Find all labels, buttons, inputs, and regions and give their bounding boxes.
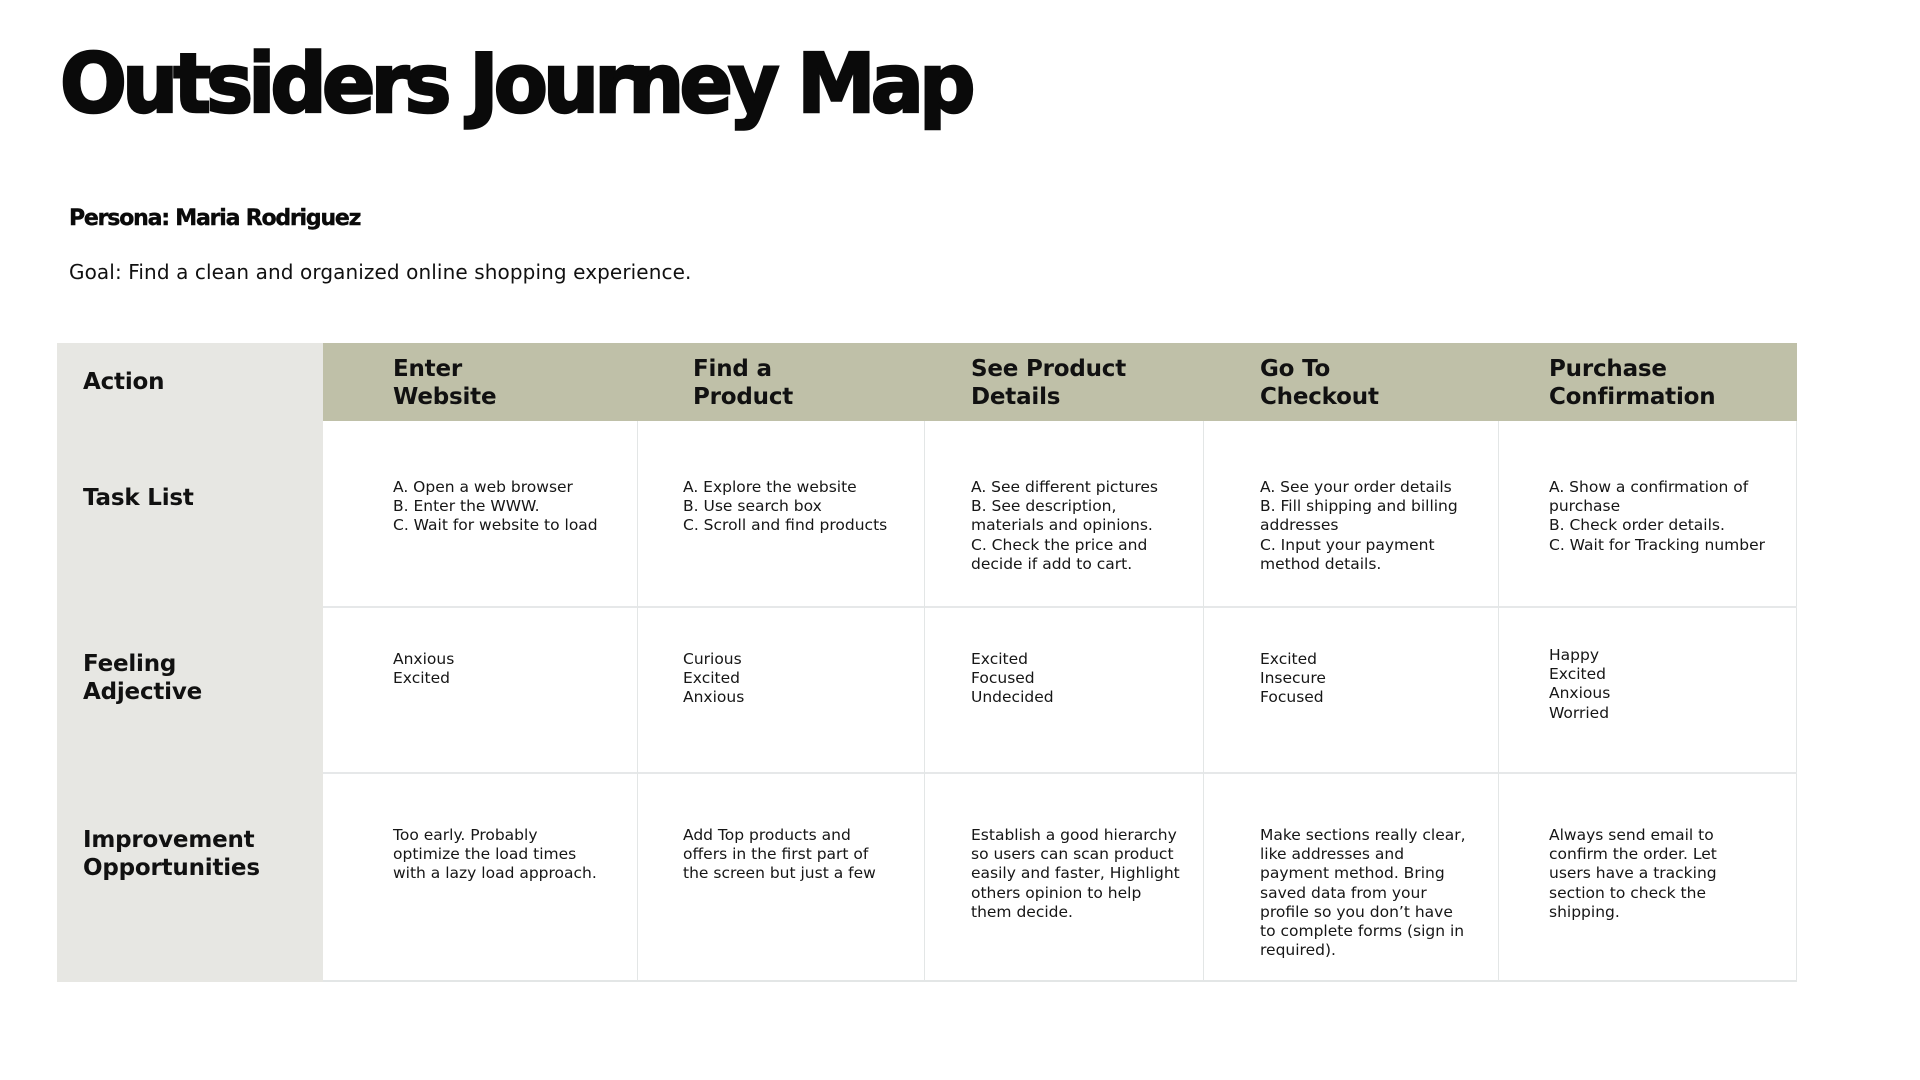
- column-divider: [1498, 421, 1499, 982]
- improvement-cell: Always send email to confirm the order. …: [1549, 826, 1717, 921]
- row-label-feeling: Feeling Adjective: [83, 651, 203, 705]
- column-divider: [637, 421, 638, 982]
- task-list-cell: A. See your order details B. Fill shippi…: [1260, 478, 1458, 573]
- task-list-cell: A. Open a web browser B. Enter the WWW. …: [393, 478, 598, 535]
- stage-header-enter-website: Enter Website: [393, 356, 497, 410]
- improvement-cell: Too early. Probably optimize the load ti…: [393, 826, 597, 883]
- row-divider: [323, 606, 1797, 608]
- feeling-cell: Excited Insecure Focused: [1260, 650, 1326, 707]
- row-label-improvement: Improvement Opportunities: [83, 827, 260, 881]
- feeling-cell: Excited Focused Undecided: [971, 650, 1054, 707]
- row-divider: [323, 772, 1797, 774]
- improvement-cell: Establish a good hierarchy so users can …: [971, 826, 1180, 921]
- stage-header-find-product: Find a Product: [693, 356, 794, 410]
- journey-map-table: Action Task List Feeling Adjective Impro…: [57, 343, 1797, 982]
- improvement-cell: Make sections really clear, like address…: [1260, 826, 1466, 960]
- persona-label: Persona: Maria Rodriguez: [69, 206, 362, 231]
- feeling-cell: Anxious Excited: [393, 650, 455, 688]
- column-divider: [1203, 421, 1204, 982]
- feeling-cell: Happy Excited Anxious Worried: [1549, 646, 1611, 722]
- stage-header-go-to-checkout: Go To Checkout: [1260, 356, 1379, 410]
- stage-header-see-product-details: See Product Details: [971, 356, 1127, 410]
- column-divider: [924, 421, 925, 982]
- task-list-cell: A. Explore the website B. Use search box…: [683, 478, 888, 535]
- goal-statement: Goal: Find a clean and organized online …: [69, 260, 692, 284]
- feeling-cell: Curious Excited Anxious: [683, 650, 745, 707]
- improvement-cell: Add Top products and offers in the first…: [683, 826, 876, 883]
- row-label-task-list: Task List: [83, 485, 194, 511]
- task-list-cell: A. See different pictures B. See descrip…: [971, 478, 1158, 573]
- stage-header-purchase-confirmation: Purchase Confirmation: [1549, 356, 1716, 410]
- row-label-action: Action: [83, 369, 165, 395]
- page-title: Outsiders Journey Map: [59, 37, 977, 132]
- task-list-cell: A. Show a confirmation of purchase B. Ch…: [1549, 478, 1766, 554]
